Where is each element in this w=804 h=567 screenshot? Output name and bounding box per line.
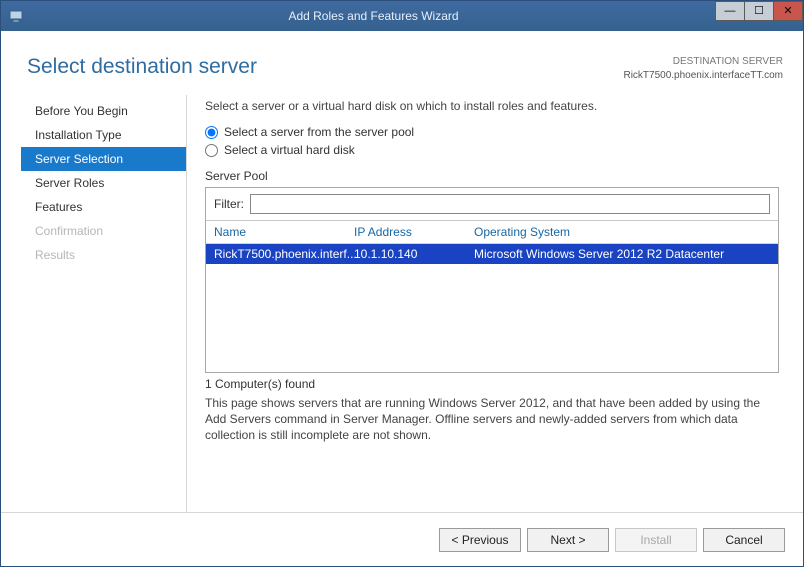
wizard-nav: Before You Begin Installation Type Serve… <box>21 95 187 512</box>
close-button[interactable]: ✕ <box>773 1 803 21</box>
destination-meta: DESTINATION SERVER RickT7500.phoenix.int… <box>623 55 783 83</box>
nav-installation-type[interactable]: Installation Type <box>21 123 186 147</box>
cancel-button[interactable]: Cancel <box>703 528 785 552</box>
page-title: Select destination server <box>27 55 257 79</box>
button-bar: < Previous Next > Install Cancel <box>1 512 803 566</box>
col-os[interactable]: Operating System <box>474 225 770 239</box>
nav-results: Results <box>21 243 186 267</box>
window-title: Add Roles and Features Wizard <box>31 9 716 23</box>
maximize-button[interactable]: ☐ <box>744 1 774 21</box>
titlebar: Add Roles and Features Wizard — ☐ ✕ <box>1 1 803 31</box>
content-area: Select destination server DESTINATION SE… <box>1 31 803 512</box>
instruction-text: Select a server or a virtual hard disk o… <box>205 99 779 113</box>
app-icon <box>7 7 25 25</box>
radio-vhd-input[interactable] <box>205 144 218 157</box>
header-row: Select destination server DESTINATION SE… <box>21 49 783 95</box>
window-controls: — ☐ ✕ <box>716 1 803 31</box>
row-ip: 10.1.10.140 <box>354 247 474 261</box>
nav-server-selection[interactable]: Server Selection <box>21 147 186 171</box>
nav-server-roles[interactable]: Server Roles <box>21 171 186 195</box>
wizard-window: Add Roles and Features Wizard — ☐ ✕ Sele… <box>0 0 804 567</box>
radio-server-pool-input[interactable] <box>205 126 218 139</box>
col-name[interactable]: Name <box>214 225 354 239</box>
col-ip[interactable]: IP Address <box>354 225 474 239</box>
filter-label: Filter: <box>214 197 244 211</box>
server-list[interactable]: RickT7500.phoenix.interf... 10.1.10.140 … <box>206 244 778 372</box>
filter-input[interactable] <box>250 194 770 214</box>
main-panel: Select a server or a virtual hard disk o… <box>187 95 783 512</box>
next-button[interactable]: Next > <box>527 528 609 552</box>
nav-confirmation: Confirmation <box>21 219 186 243</box>
server-pool-label: Server Pool <box>205 169 779 183</box>
radio-server-pool-label: Select a server from the server pool <box>224 125 414 139</box>
destination-server: RickT7500.phoenix.interfaceTT.com <box>623 69 783 83</box>
install-button: Install <box>615 528 697 552</box>
server-pool-box: Filter: Name IP Address Operating System… <box>205 187 779 373</box>
body-row: Before You Begin Installation Type Serve… <box>21 95 783 512</box>
previous-button[interactable]: < Previous <box>439 528 521 552</box>
minimize-button[interactable]: — <box>715 1 745 21</box>
radio-server-pool[interactable]: Select a server from the server pool <box>205 125 779 139</box>
column-headers: Name IP Address Operating System <box>206 221 778 244</box>
row-os: Microsoft Windows Server 2012 R2 Datacen… <box>474 247 770 261</box>
table-row[interactable]: RickT7500.phoenix.interf... 10.1.10.140 … <box>206 244 778 264</box>
row-name: RickT7500.phoenix.interf... <box>214 247 354 261</box>
radio-vhd[interactable]: Select a virtual hard disk <box>205 143 779 157</box>
nav-features[interactable]: Features <box>21 195 186 219</box>
computers-found: 1 Computer(s) found <box>205 377 779 391</box>
destination-label: DESTINATION SERVER <box>623 55 783 69</box>
page-description: This page shows servers that are running… <box>205 395 779 443</box>
nav-before-you-begin[interactable]: Before You Begin <box>21 99 186 123</box>
filter-row: Filter: <box>206 188 778 221</box>
radio-vhd-label: Select a virtual hard disk <box>224 143 355 157</box>
